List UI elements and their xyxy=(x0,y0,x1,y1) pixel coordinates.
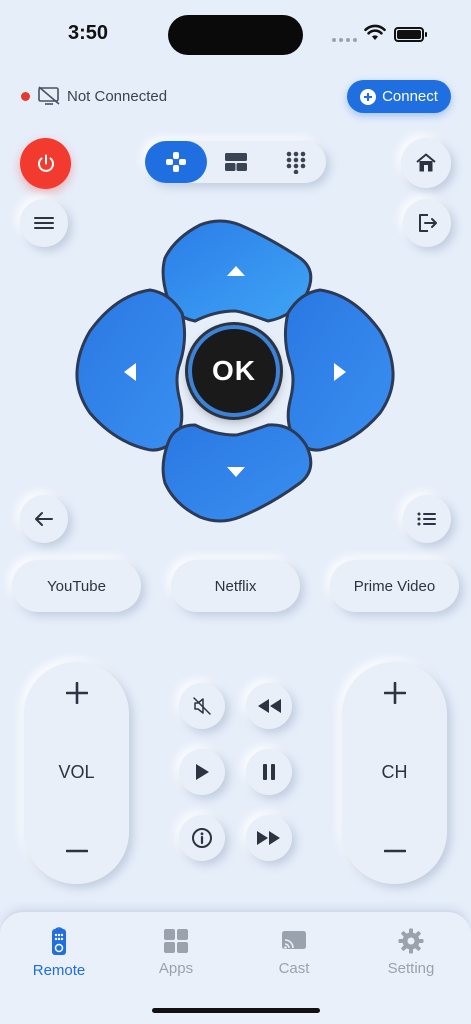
prime-video-button[interactable]: Prime Video xyxy=(330,560,459,612)
wifi-icon xyxy=(364,24,386,40)
rewind-button[interactable] xyxy=(246,683,292,729)
play-button[interactable] xyxy=(179,749,225,795)
menu-button[interactable] xyxy=(20,199,68,247)
pause-icon xyxy=(263,764,275,780)
dpad-up-button[interactable] xyxy=(161,219,313,323)
ok-button[interactable]: OK xyxy=(188,325,280,417)
back-button[interactable] xyxy=(20,495,68,543)
channel-up-button[interactable] xyxy=(384,682,406,704)
battery-icon xyxy=(394,27,427,42)
tab-remote[interactable]: Remote xyxy=(14,926,104,979)
tab-apps[interactable]: Apps xyxy=(131,926,221,977)
gamepad-icon xyxy=(165,152,186,172)
hamburger-menu-icon xyxy=(34,217,54,229)
mode-touchpad-tab[interactable] xyxy=(207,141,267,183)
exit-button[interactable] xyxy=(403,199,451,247)
mute-button[interactable] xyxy=(179,683,225,729)
youtube-button[interactable]: YouTube xyxy=(12,560,141,612)
fast-forward-icon xyxy=(257,831,280,845)
power-button[interactable] xyxy=(20,138,71,189)
home-button[interactable] xyxy=(401,138,451,188)
connect-button-label: Connect xyxy=(382,88,438,105)
connect-button[interactable]: Connect xyxy=(347,80,451,113)
screen-disconnected-icon xyxy=(38,86,60,105)
gear-icon xyxy=(398,928,424,954)
connection-status-dot xyxy=(21,92,30,101)
remote-icon xyxy=(52,927,66,955)
dynamic-island xyxy=(168,15,303,55)
tab-apps-label: Apps xyxy=(158,960,194,977)
tab-bar: Remote Apps Cast Setting xyxy=(0,910,471,1024)
arrow-back-icon xyxy=(35,512,53,526)
rewind-icon xyxy=(258,699,281,713)
info-button[interactable] xyxy=(179,815,225,861)
dpad-left-button[interactable] xyxy=(75,288,187,452)
volume-label: VOL xyxy=(58,762,95,782)
touchpad-icon xyxy=(225,153,248,171)
channel-down-button[interactable] xyxy=(384,840,406,862)
numpad-icon xyxy=(286,151,306,174)
tab-setting[interactable]: Setting xyxy=(366,926,456,977)
volume-up-button[interactable] xyxy=(66,682,88,704)
tab-setting-label: Setting xyxy=(387,960,435,977)
tab-cast-label: Cast xyxy=(278,960,310,977)
power-icon xyxy=(37,154,54,172)
home-icon xyxy=(416,153,436,172)
cellular-signal-icon xyxy=(332,38,357,42)
tab-remote-label: Remote xyxy=(32,962,86,979)
fast-forward-button[interactable] xyxy=(246,815,292,861)
channel-rocker: CH xyxy=(342,662,447,884)
volume-rocker: VOL xyxy=(24,662,129,884)
dpad-down-button[interactable] xyxy=(161,423,313,523)
apps-grid-icon xyxy=(164,929,188,953)
home-indicator xyxy=(152,1008,320,1013)
status-time: 3:50 xyxy=(68,22,109,44)
volume-down-button[interactable] xyxy=(66,840,88,862)
info-icon xyxy=(192,828,212,848)
plus-icon xyxy=(360,88,377,105)
play-icon xyxy=(196,764,209,780)
list-icon xyxy=(417,512,436,526)
list-button[interactable] xyxy=(403,495,451,543)
exit-icon xyxy=(419,214,437,232)
mode-dpad-tab[interactable] xyxy=(145,141,207,183)
speaker-muted-icon xyxy=(193,697,211,715)
tab-cast[interactable]: Cast xyxy=(249,926,339,977)
netflix-button[interactable]: Netflix xyxy=(171,560,300,612)
channel-label: CH xyxy=(381,762,408,782)
connection-status-text: Not Connected xyxy=(67,88,168,105)
cast-icon xyxy=(282,931,306,949)
mode-numpad-tab[interactable] xyxy=(266,141,326,183)
dpad-right-button[interactable] xyxy=(283,288,395,452)
pause-button[interactable] xyxy=(246,749,292,795)
mode-switcher xyxy=(145,141,326,183)
